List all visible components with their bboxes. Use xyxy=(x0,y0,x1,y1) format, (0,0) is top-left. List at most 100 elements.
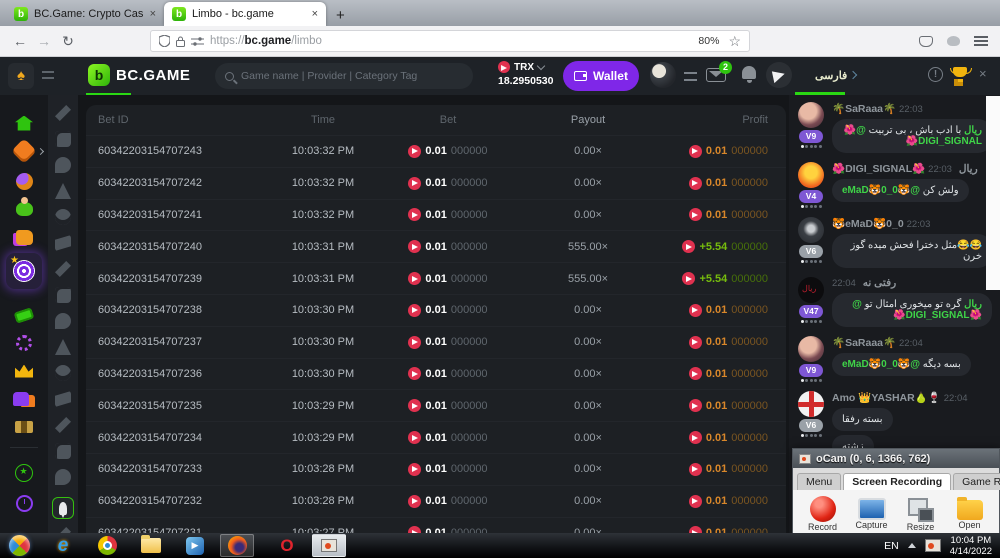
rail-game-icon[interactable] xyxy=(55,209,71,225)
chat-language-tab[interactable]: فارسی xyxy=(815,69,847,82)
sidebar-item-shop[interactable] xyxy=(12,225,36,249)
table-row[interactable]: 6034220315470724010:03:31 PM0.0100000055… xyxy=(86,230,786,262)
table-row[interactable]: 6034220315470724110:03:32 PM0.010000000.… xyxy=(86,199,786,231)
tab-bcgame-home[interactable]: b BC.Game: Crypto Casino Game… × xyxy=(6,2,164,26)
ocam-window[interactable]: oCam (0, 6, 1366, 762) Menu Screen Recor… xyxy=(792,448,1000,534)
sidebar-item-lottery[interactable] xyxy=(12,303,36,327)
rail-game-icon[interactable] xyxy=(55,339,71,355)
rail-game-icon[interactable] xyxy=(55,469,71,485)
rail-game-limbo-active[interactable] xyxy=(52,497,74,519)
sidebar-item-sports[interactable] xyxy=(12,169,36,193)
chat-username[interactable]: 🐯eMaD🐯0_0 22:03 xyxy=(832,217,992,230)
taskbar-opera[interactable]: O xyxy=(276,535,298,557)
ocam-tab-screen-recording[interactable]: Screen Recording xyxy=(843,473,951,490)
ocam-tray-icon[interactable] xyxy=(925,539,941,552)
balance-selector[interactable]: TRX 18.2950530 xyxy=(498,61,553,87)
table-row[interactable]: 6034220315470723710:03:30 PM0.010000000.… xyxy=(86,326,786,358)
user-mention[interactable]: ریال xyxy=(964,125,982,136)
rail-game-icon[interactable] xyxy=(55,391,71,407)
avatar[interactable] xyxy=(798,336,824,362)
bcgame-logo-icon[interactable]: b xyxy=(88,64,110,86)
lock-icon[interactable] xyxy=(176,36,185,47)
tab-limbo[interactable]: b Limbo - bc.game × xyxy=(164,2,326,26)
casino-spade-icon[interactable]: ♠ xyxy=(8,63,34,89)
rail-game-icon[interactable] xyxy=(55,261,71,277)
rail-game-icon[interactable] xyxy=(55,365,71,381)
bcgame-logo-text[interactable]: BC.GAME xyxy=(116,67,190,84)
chat-username[interactable]: 🌴SaRaaa🌴 22:04 xyxy=(832,336,992,349)
table-row[interactable]: 6034220315470724310:03:32 PM0.010000000.… xyxy=(86,135,786,167)
rail-game-icon[interactable] xyxy=(55,417,71,433)
extension-icon[interactable] xyxy=(947,36,960,46)
back-button[interactable]: ← xyxy=(8,33,32,49)
new-tab-button[interactable]: + xyxy=(336,7,345,26)
chat-username[interactable]: Amo 👑YASHAR🍐🍷 22:04 xyxy=(832,391,992,404)
bookmark-star-icon[interactable]: ☆ xyxy=(728,33,741,50)
tab-close-icon[interactable]: × xyxy=(150,8,156,20)
url-bar[interactable]: https://bc.game/limbo 80% ☆ xyxy=(150,30,750,52)
table-row[interactable]: 6034220315470723910:03:31 PM0.0100000055… xyxy=(86,262,786,294)
ocam-record-button[interactable]: Record xyxy=(805,496,840,535)
sidebar-item-bcoriginals-active[interactable] xyxy=(6,253,42,289)
rail-game-icon[interactable] xyxy=(55,183,71,199)
wallet-button[interactable]: Wallet xyxy=(563,61,639,91)
chat-username[interactable]: 🌴SaRaaa🌴 22:03 xyxy=(832,102,992,115)
ocam-capture-button[interactable]: Capture xyxy=(854,496,889,535)
user-avatar[interactable] xyxy=(650,62,676,88)
chat-rules-icon[interactable]: ! xyxy=(928,67,943,82)
chevron-right-icon[interactable] xyxy=(849,71,857,79)
taskbar-explorer[interactable] xyxy=(140,535,162,557)
taskbar-media-player[interactable]: ▶ xyxy=(184,535,206,557)
avatar[interactable] xyxy=(798,217,824,243)
shield-icon[interactable] xyxy=(159,35,170,47)
rail-game-icon[interactable] xyxy=(55,287,71,303)
sidebar-item-casino[interactable] xyxy=(12,139,36,163)
taskbar-firefox-active[interactable] xyxy=(220,534,254,557)
language-indicator[interactable]: EN xyxy=(884,540,899,552)
avatar[interactable] xyxy=(798,162,824,188)
sidebar-item-history[interactable] xyxy=(12,491,36,515)
clock[interactable]: 10:04 PM 4/14/2022 xyxy=(950,535,992,557)
sidebar-item-slots[interactable] xyxy=(12,415,36,439)
avatar[interactable] xyxy=(798,277,824,303)
rail-game-icon[interactable] xyxy=(55,131,71,147)
sidebar-item-bonus[interactable] xyxy=(12,461,36,485)
chat-username[interactable]: رفتی نه 22:04 xyxy=(832,277,992,289)
sidebar-item-refer[interactable] xyxy=(12,387,36,411)
ocam-title-bar[interactable]: oCam (0, 6, 1366, 762) xyxy=(793,449,999,468)
reload-button[interactable]: ↻ xyxy=(56,33,80,50)
game-search[interactable] xyxy=(215,63,473,89)
search-input[interactable] xyxy=(241,70,463,82)
rail-game-icon[interactable] xyxy=(55,235,71,251)
rail-game-icon[interactable] xyxy=(55,157,71,173)
notifications-bell-icon[interactable] xyxy=(742,66,756,79)
avatar[interactable] xyxy=(798,102,824,128)
inbox-button[interactable]: 2 xyxy=(706,65,726,81)
table-row[interactable]: 6034220315470724210:03:32 PM0.010000000.… xyxy=(86,167,786,199)
ocam-resize-button[interactable]: Resize xyxy=(903,496,938,535)
table-row[interactable]: 6034220315470723510:03:29 PM0.010000000.… xyxy=(86,389,786,421)
table-row[interactable]: 6034220315470723310:03:28 PM0.010000000.… xyxy=(86,453,786,485)
pocket-icon[interactable] xyxy=(919,36,933,47)
table-row[interactable]: 6034220315470723810:03:30 PM0.010000000.… xyxy=(86,294,786,326)
rail-game-icon[interactable] xyxy=(55,313,71,329)
sidebar-item-casual[interactable] xyxy=(12,197,36,221)
forward-button[interactable]: → xyxy=(32,33,56,49)
rail-game-icon[interactable] xyxy=(55,105,71,121)
hidden-icons-arrow[interactable] xyxy=(908,543,916,548)
table-row[interactable]: 6034220315470723610:03:30 PM0.010000000.… xyxy=(86,358,786,390)
sidebar-item-home[interactable] xyxy=(12,111,36,135)
ocam-tab-game-recording[interactable]: Game Recording xyxy=(953,473,1000,490)
browser-menu-icon[interactable] xyxy=(974,36,988,46)
avatar[interactable] xyxy=(798,391,824,417)
table-row[interactable]: 6034220315470723410:03:29 PM0.010000000.… xyxy=(86,421,786,453)
chat-username[interactable]: 🌺DIGI_SIGNAL🌺 ریال 22:03 xyxy=(832,162,992,175)
zoom-level-chip[interactable]: 80% xyxy=(695,34,722,48)
ocam-open-button[interactable]: Open xyxy=(952,496,987,535)
chat-toggle-icon[interactable] xyxy=(766,62,792,88)
taskbar-chrome[interactable] xyxy=(96,535,118,557)
trophy-icon[interactable] xyxy=(953,67,967,77)
taskbar-ocam-active[interactable] xyxy=(312,534,346,557)
sidebar-item-vip[interactable] xyxy=(12,359,36,383)
ocam-tab-menu[interactable]: Menu xyxy=(797,473,841,490)
